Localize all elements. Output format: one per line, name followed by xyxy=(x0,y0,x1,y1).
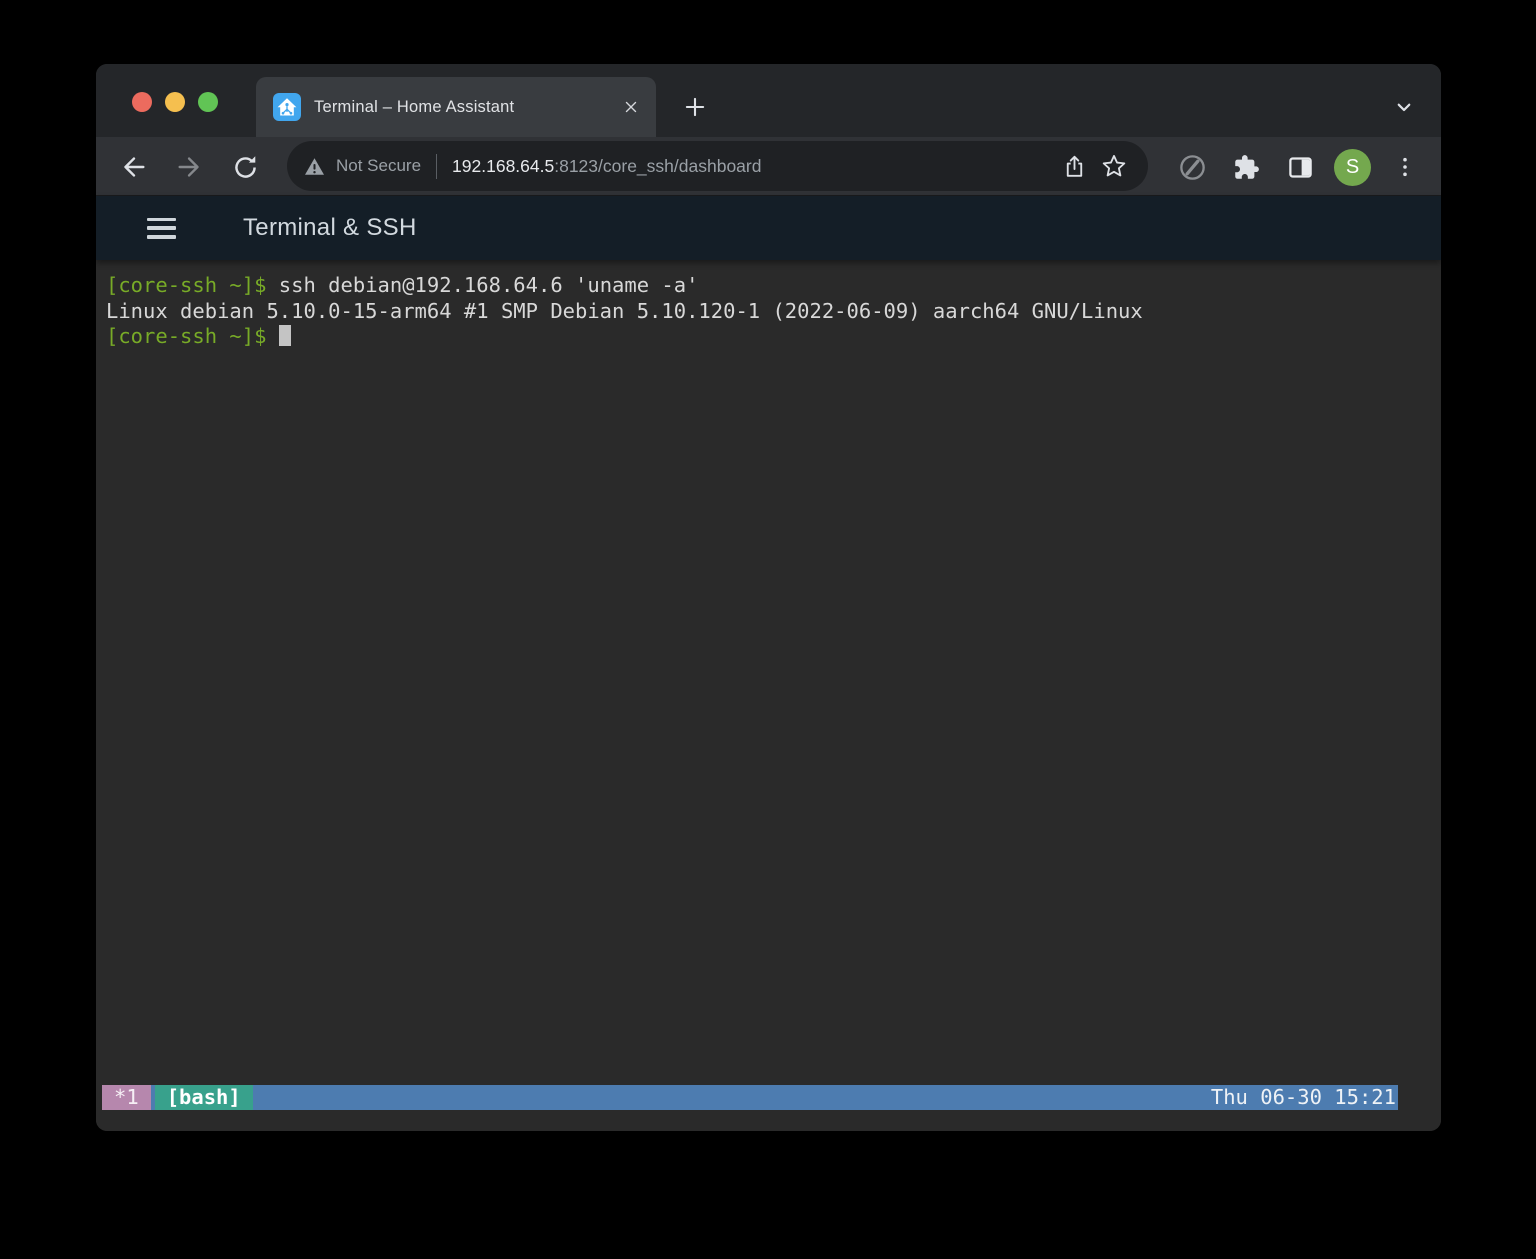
browser-tab[interactable]: Terminal – Home Assistant xyxy=(256,77,656,137)
url-host: 192.168.64.5 xyxy=(452,156,554,176)
tmux-window-name[interactable]: [bash] xyxy=(155,1085,253,1110)
minimize-window-button[interactable] xyxy=(165,92,185,112)
terminal-line: Linux debian 5.10.0-15-arm64 #1 SMP Debi… xyxy=(106,299,1431,325)
window-controls xyxy=(132,92,218,112)
page-title: Terminal & SSH xyxy=(243,214,417,242)
app-header: Terminal & SSH xyxy=(96,196,1441,260)
tab-strip: Terminal – Home Assistant xyxy=(96,64,1441,137)
url-path: :8123/core_ssh/dashboard xyxy=(554,156,761,176)
shell-prompt: [core-ssh ~]$ xyxy=(106,324,266,348)
terminal-line: [core-ssh ~]$ xyxy=(106,324,1431,350)
security-label: Not Secure xyxy=(336,156,421,176)
home-assistant-favicon-icon xyxy=(273,93,301,121)
extension-circle-strike-icon[interactable] xyxy=(1172,147,1212,187)
new-tab-button[interactable] xyxy=(677,89,713,125)
tab-search-chevron-icon[interactable] xyxy=(1386,89,1422,125)
tmux-clock: Thu 06-30 15:21 xyxy=(1211,1085,1398,1110)
tab-close-icon[interactable] xyxy=(622,98,640,116)
extensions-puzzle-icon[interactable] xyxy=(1226,147,1266,187)
tmux-status-bar: *1 [bash] Thu 06-30 15:21 xyxy=(102,1085,1398,1110)
omnibox-divider xyxy=(436,154,437,179)
desktop: { "browser": { "tab_title": "Terminal – … xyxy=(0,0,1536,1259)
profile-avatar[interactable]: S xyxy=(1334,149,1371,186)
browser-toolbar: Not Secure 192.168.64.5:8123/core_ssh/da… xyxy=(96,137,1441,196)
address-bar[interactable]: Not Secure 192.168.64.5:8123/core_ssh/da… xyxy=(287,141,1148,191)
terminal-cursor xyxy=(279,325,291,346)
menu-kebab-icon[interactable] xyxy=(1385,147,1425,187)
forward-button[interactable] xyxy=(170,147,210,187)
shell-command: ssh debian@192.168.64.6 'uname -a' xyxy=(266,273,698,297)
browser-window: Terminal – Home Assistant xyxy=(96,64,1441,1131)
not-secure-warning-icon xyxy=(304,157,325,176)
zoom-window-button[interactable] xyxy=(198,92,218,112)
tab-title: Terminal – Home Assistant xyxy=(314,98,622,117)
close-window-button[interactable] xyxy=(132,92,152,112)
terminal-line: [core-ssh ~]$ ssh debian@192.168.64.6 'u… xyxy=(106,273,1431,299)
url-text: 192.168.64.5:8123/core_ssh/dashboard xyxy=(452,156,761,177)
toolbar-right-icons: S xyxy=(1172,147,1425,187)
side-panel-icon[interactable] xyxy=(1280,147,1320,187)
tmux-window-index[interactable]: *1 xyxy=(102,1085,151,1110)
shell-prompt: [core-ssh ~]$ xyxy=(106,273,266,297)
reload-button[interactable] xyxy=(225,147,265,187)
share-icon[interactable] xyxy=(1054,146,1094,186)
command-output: Linux debian 5.10.0-15-arm64 #1 SMP Debi… xyxy=(106,299,1143,323)
back-button[interactable] xyxy=(113,147,153,187)
terminal[interactable]: [core-ssh ~]$ ssh debian@192.168.64.6 'u… xyxy=(96,260,1441,1131)
menu-hamburger-icon[interactable] xyxy=(147,218,176,239)
bookmark-star-icon[interactable] xyxy=(1094,146,1134,186)
